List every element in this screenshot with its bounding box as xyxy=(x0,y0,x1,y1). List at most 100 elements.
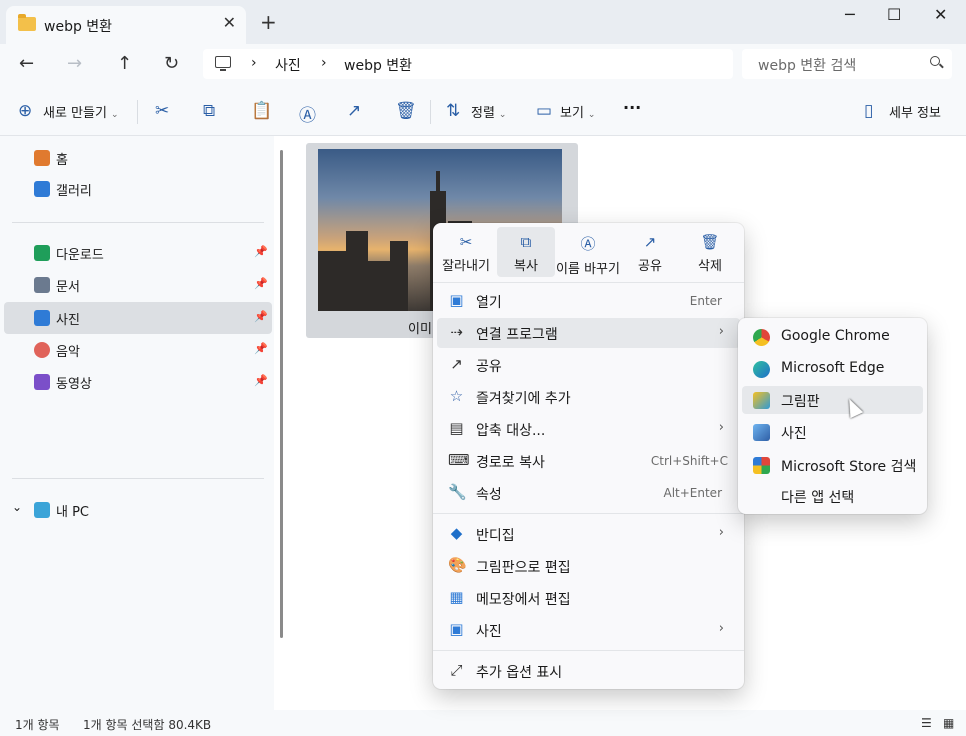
sidebar-item-documents[interactable]: 문서 📌 xyxy=(4,269,272,301)
monitor-icon xyxy=(34,502,50,518)
submenu-item-choose-app[interactable]: 다른 앱 선택 xyxy=(742,482,923,510)
cut-icon[interactable]: ✂ xyxy=(155,101,169,121)
menu-item-edit-notepad[interactable]: ▦ 메모장에서 편집 xyxy=(437,583,740,613)
menu-item-bandizip[interactable]: ◆ 반디집 › xyxy=(437,519,740,549)
submenu-item-edge[interactable]: Microsoft Edge xyxy=(742,355,923,383)
chevron-down-icon: ⌄ xyxy=(110,110,119,120)
rename-action[interactable]: Ⓐ 이름 바꾸기 xyxy=(555,227,621,277)
music-icon xyxy=(34,342,50,358)
up-button[interactable]: ↑ xyxy=(117,53,132,74)
video-icon xyxy=(34,374,50,390)
wrench-icon: 🔧 xyxy=(448,483,467,501)
new-button[interactable]: 새로 만들기 ⌄ xyxy=(43,102,118,121)
submenu-item-store[interactable]: Microsoft Store 검색 xyxy=(742,451,923,479)
menu-item-edit-paint[interactable]: 🎨 그림판으로 편집 xyxy=(437,551,740,581)
back-button[interactable]: ← xyxy=(19,53,34,74)
download-icon xyxy=(34,245,50,261)
submenu-item-label: Microsoft Edge xyxy=(781,360,885,376)
open-with-submenu: Google Chrome Microsoft Edge 그림판 사진 Micr… xyxy=(738,318,927,514)
submenu-item-paint[interactable]: 그림판 xyxy=(742,386,923,414)
menu-item-more-options[interactable]: ⤢ 추가 옵션 표시 xyxy=(437,656,740,686)
chevron-down-icon: ⌄ xyxy=(498,110,507,120)
photos-icon xyxy=(34,310,50,326)
sidebar-item-home[interactable]: 홈 xyxy=(4,142,272,174)
details-view-icon[interactable]: ☰ xyxy=(921,716,932,730)
menu-item-label: 그림판으로 편집 xyxy=(476,560,571,576)
sort-icon: ⇅ xyxy=(446,101,461,121)
menu-divider xyxy=(433,282,744,283)
close-button[interactable]: ✕ xyxy=(934,5,947,24)
command-bar: ⊕ 새로 만들기 ⌄ ✂ ⧉ 📋 Ⓐ ↗ 🗑 ⇅ 정렬 ⌄ ▭ 보기 ⌄ ··· ▯ … xyxy=(0,88,966,136)
delete-label: 삭제 xyxy=(698,259,722,274)
chevron-right-icon: › xyxy=(718,621,724,636)
menu-item-label: 추가 옵션 표시 xyxy=(476,665,563,681)
delete-icon: 🗑 xyxy=(700,233,720,251)
details-button[interactable]: 세부 정보 xyxy=(889,102,941,121)
tiles-view-icon[interactable]: ▦ xyxy=(943,716,954,730)
plus-circle-icon: ⊕ xyxy=(18,101,33,121)
submenu-item-label: 사진 xyxy=(781,426,807,442)
share-icon[interactable]: ↗ xyxy=(347,101,361,121)
sidebar-item-videos[interactable]: 동영상 📌 xyxy=(4,366,272,398)
sidebar-item-music[interactable]: 음악 📌 xyxy=(4,334,272,366)
cut-action[interactable]: ✂ 잘라내기 xyxy=(437,227,495,277)
sidebar-item-photos[interactable]: 사진 📌 xyxy=(4,302,272,334)
sidebar-item-this-pc[interactable]: ⌄ 내 PC xyxy=(4,494,272,526)
notepad-icon: ▦ xyxy=(449,588,464,606)
menu-item-label: 반디집 xyxy=(476,528,515,544)
menu-item-label: 즐겨찾기에 추가 xyxy=(476,391,571,407)
view-button[interactable]: 보기 ⌄ xyxy=(560,102,595,121)
star-icon: ☆ xyxy=(449,387,464,405)
maximize-button[interactable]: ☐ xyxy=(887,5,901,24)
copy-action[interactable]: ⧉ 복사 xyxy=(497,227,555,277)
pin-icon: 📌 xyxy=(254,277,268,290)
chrome-icon xyxy=(753,329,770,346)
open-with-icon: ⇢ xyxy=(450,323,463,341)
chevron-down-icon[interactable]: ⌄ xyxy=(12,500,22,514)
new-tab-button[interactable]: + xyxy=(260,10,277,34)
breadcrumb-current[interactable]: webp 변환 xyxy=(344,55,412,75)
menu-item-share[interactable]: ↗ 공유 xyxy=(437,350,740,380)
breadcrumb-separator: › xyxy=(251,55,257,71)
home-icon xyxy=(34,150,50,166)
submenu-item-photos[interactable]: 사진 xyxy=(742,418,923,446)
menu-item-photos[interactable]: ▣ 사진 › xyxy=(437,615,740,645)
delete-icon[interactable]: 🗑 xyxy=(395,101,417,121)
share-icon: ↗ xyxy=(450,355,463,373)
photos-icon: ▣ xyxy=(449,620,464,638)
menu-item-label: 경로로 복사 xyxy=(476,455,545,471)
cut-label: 잘라내기 xyxy=(442,259,490,274)
breadcrumb-photos[interactable]: 사진 xyxy=(275,55,301,75)
menu-item-add-favorites[interactable]: ☆ 즐겨찾기에 추가 xyxy=(437,382,740,412)
sort-button[interactable]: 정렬 ⌄ xyxy=(471,102,506,121)
view-icon: ▭ xyxy=(536,101,553,121)
menu-item-label: 연결 프로그램 xyxy=(476,327,558,343)
chevron-right-icon: › xyxy=(718,420,724,435)
address-bar[interactable]: › 사진 › webp 변환 xyxy=(203,49,733,79)
sidebar-item-gallery[interactable]: 갤러리 xyxy=(4,173,272,205)
sidebar-item-downloads[interactable]: 다운로드 📌 xyxy=(4,237,272,269)
refresh-button[interactable]: ↻ xyxy=(164,53,179,74)
menu-item-copy-path[interactable]: ⌨ 경로로 복사 Ctrl+Shift+C xyxy=(437,446,740,476)
copy-icon[interactable]: ⧉ xyxy=(203,101,215,121)
tab-webp[interactable]: webp 변환 ✕ xyxy=(6,6,246,44)
menu-item-compress[interactable]: ▤ 압축 대상... › xyxy=(437,414,740,444)
sidebar-scrollbar[interactable] xyxy=(280,150,283,638)
minimize-button[interactable]: ─ xyxy=(845,5,855,24)
search-box[interactable]: webp 변환 검색 xyxy=(742,49,952,79)
rename-icon[interactable]: Ⓐ xyxy=(299,101,316,126)
menu-item-label: 압축 대상... xyxy=(476,423,546,439)
paste-icon[interactable]: 📋 xyxy=(251,101,272,121)
share-label: 공유 xyxy=(638,259,662,274)
delete-action[interactable]: 🗑 삭제 xyxy=(681,227,739,277)
menu-item-open-with[interactable]: ⇢ 연결 프로그램 › xyxy=(437,318,740,348)
submenu-item-chrome[interactable]: Google Chrome xyxy=(742,323,923,351)
menu-item-open[interactable]: ▣ 열기 Enter xyxy=(437,286,740,316)
forward-button[interactable]: → xyxy=(67,53,82,74)
details-pane-icon: ▯ xyxy=(864,101,874,121)
share-action[interactable]: ↗ 공유 xyxy=(621,227,679,277)
chevron-right-icon: › xyxy=(718,324,724,339)
menu-item-properties[interactable]: 🔧 속성 Alt+Enter xyxy=(437,478,740,508)
close-tab-icon[interactable]: ✕ xyxy=(223,13,236,32)
more-options-button[interactable]: ··· xyxy=(623,98,641,117)
